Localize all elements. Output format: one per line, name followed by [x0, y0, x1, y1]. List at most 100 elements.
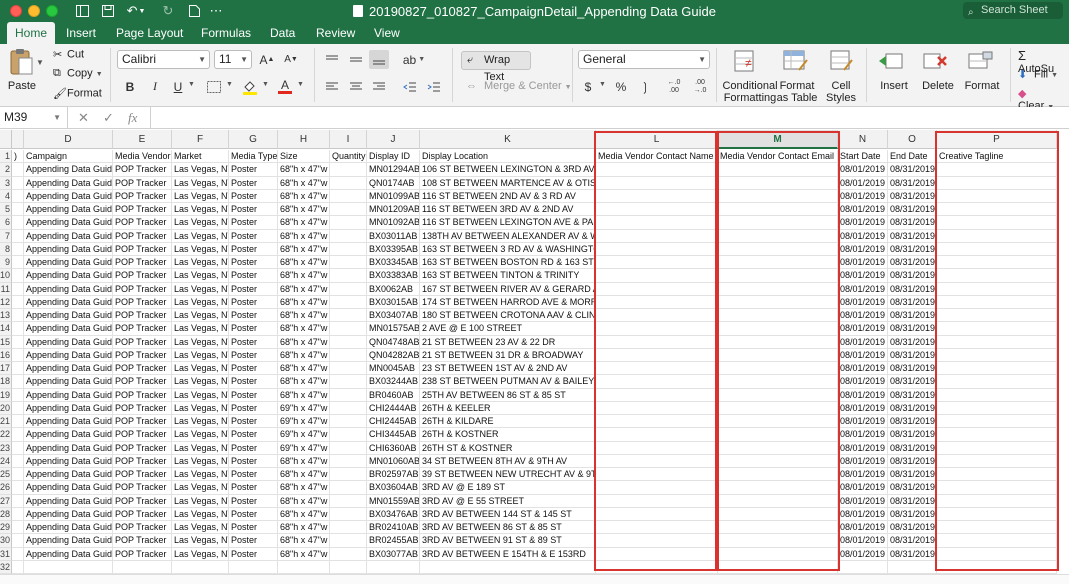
table-cell[interactable] [937, 401, 1057, 415]
column-header-k[interactable]: K [420, 130, 596, 149]
table-cell[interactable]: 08/31/2019 [888, 269, 937, 283]
table-cell[interactable]: 68"h x 47"w [278, 282, 330, 296]
table-cell[interactable]: 180 ST BETWEEN CROTONA AAV & CLINTON [420, 309, 596, 323]
table-cell[interactable]: 08/01/2019 [838, 309, 888, 323]
table-cell[interactable]: 26TH & KILDARE [420, 415, 596, 429]
table-cell[interactable] [330, 415, 367, 429]
table-cell[interactable]: Las Vegas, NV [172, 481, 229, 495]
table-cell[interactable]: Appending Data Guide [24, 216, 113, 230]
table-cell[interactable]: Appending Data Guide [24, 242, 113, 256]
table-cell[interactable]: 68"h x 47"w [278, 322, 330, 336]
table-cell[interactable]: 08/31/2019 [888, 163, 937, 177]
wrap-text-button[interactable]: ⤶ Wrap Text [461, 51, 531, 83]
table-cell[interactable] [718, 189, 838, 203]
table-cell[interactable]: Poster [229, 176, 278, 190]
row-header[interactable]: 24 [0, 454, 12, 468]
table-cell[interactable]: 68"h x 47"w [278, 269, 330, 283]
table-cell[interactable]: POP Tracker [113, 203, 172, 217]
row-header[interactable]: 13 [0, 309, 12, 323]
table-cell[interactable] [718, 560, 838, 574]
table-cell[interactable]: 08/01/2019 [838, 454, 888, 468]
row-header[interactable]: 16 [0, 348, 12, 362]
table-cell[interactable]: BR02597AB [367, 468, 420, 482]
table-cell[interactable]: 08/01/2019 [838, 441, 888, 455]
table-cell[interactable]: 08/31/2019 [888, 534, 937, 548]
table-cell[interactable] [937, 335, 1057, 349]
table-cell[interactable]: 3RD AV @ E 189 ST [420, 481, 596, 495]
table-cell[interactable]: 68"h x 47"w [278, 534, 330, 548]
table-cell[interactable]: 26TH ST & KOSTNER [420, 441, 596, 455]
align-center-icon[interactable] [346, 77, 366, 96]
row-header[interactable]: 10 [0, 269, 12, 283]
table-cell[interactable] [330, 348, 367, 362]
table-cell[interactable]: Appending Data Guide [24, 335, 113, 349]
comma-style-icon[interactable]: ❳ [635, 77, 655, 96]
table-cell[interactable]: 08/31/2019 [888, 203, 937, 217]
table-cell[interactable] [888, 560, 937, 574]
row-header[interactable]: 30 [0, 534, 12, 548]
table-cell[interactable]: MN01092AB [367, 216, 420, 230]
format-cells-icon[interactable] [968, 50, 994, 75]
table-cell[interactable]: 08/31/2019 [888, 481, 937, 495]
table-cell[interactable]: 68"h x 47"w [278, 494, 330, 508]
table-cell[interactable]: 08/01/2019 [838, 362, 888, 376]
table-cell[interactable]: Appending Data Guide [24, 203, 113, 217]
table-cell[interactable] [596, 348, 718, 362]
column-title-cell[interactable]: Media Vendor Contact Name 1 [596, 150, 718, 164]
table-cell[interactable] [330, 521, 367, 535]
table-cell[interactable] [937, 534, 1057, 548]
row-header[interactable]: 5 [0, 203, 12, 217]
table-cell[interactable]: Las Vegas, NV [172, 176, 229, 190]
table-cell[interactable]: 163 ST BETWEEN BOSTON RD & 163 ST [420, 256, 596, 270]
table-cell[interactable]: Poster [229, 242, 278, 256]
table-cell[interactable]: 68"h x 47"w [278, 481, 330, 495]
table-cell[interactable]: Las Vegas, NV [172, 203, 229, 217]
row-header[interactable]: 11 [0, 282, 12, 296]
table-cell[interactable] [420, 560, 596, 574]
row-header[interactable]: 12 [0, 295, 12, 309]
table-cell[interactable]: POP Tracker [113, 163, 172, 177]
table-cell[interactable]: Las Vegas, NV [172, 521, 229, 535]
table-cell[interactable]: QN04748AB [367, 335, 420, 349]
column-header-h[interactable]: H [278, 130, 330, 149]
table-cell[interactable]: Poster [229, 322, 278, 336]
table-cell[interactable]: BX03476AB [367, 507, 420, 521]
table-cell[interactable] [838, 560, 888, 574]
table-cell[interactable]: 08/31/2019 [888, 521, 937, 535]
align-right-icon[interactable] [369, 77, 389, 96]
table-cell[interactable]: 08/01/2019 [838, 295, 888, 309]
column-title-cell[interactable]: Campaign [24, 150, 113, 164]
table-cell[interactable]: Las Vegas, NV [172, 375, 229, 389]
table-cell[interactable]: Poster [229, 362, 278, 376]
font-color-icon[interactable]: A [275, 77, 295, 96]
column-header-f[interactable]: F [172, 130, 229, 149]
table-cell[interactable] [12, 163, 24, 177]
table-cell[interactable]: POP Tracker [113, 454, 172, 468]
table-cell[interactable]: Appending Data Guide [24, 229, 113, 243]
table-cell[interactable]: 68"h x 47"w [278, 454, 330, 468]
table-cell[interactable] [12, 176, 24, 190]
table-cell[interactable]: 68"h x 47"w [278, 348, 330, 362]
table-cell[interactable]: POP Tracker [113, 401, 172, 415]
row-header[interactable]: 4 [0, 189, 12, 203]
table-cell[interactable]: Las Vegas, NV [172, 295, 229, 309]
table-cell[interactable]: 68"h x 47"w [278, 216, 330, 230]
table-cell[interactable]: CHI6360AB [367, 441, 420, 455]
table-cell[interactable]: BX03407AB [367, 309, 420, 323]
row-header[interactable]: 26 [0, 481, 12, 495]
cell-styles-button[interactable]: Cell Styles [822, 80, 860, 104]
table-cell[interactable] [596, 269, 718, 283]
underline-icon[interactable]: U [168, 77, 188, 96]
borders-dropdown-icon[interactable]: ▼ [226, 81, 233, 88]
table-cell[interactable]: Las Vegas, NV [172, 401, 229, 415]
table-cell[interactable] [12, 348, 24, 362]
table-cell[interactable] [330, 242, 367, 256]
table-cell[interactable]: 3RD AV BETWEEN 86 ST & 85 ST [420, 521, 596, 535]
table-cell[interactable] [12, 216, 24, 230]
row-header[interactable]: 14 [0, 322, 12, 336]
table-cell[interactable]: 68"h x 47"w [278, 189, 330, 203]
tab-page-layout[interactable]: Page Layout [108, 22, 191, 44]
paste-button[interactable]: Paste [4, 80, 40, 92]
table-cell[interactable] [12, 309, 24, 323]
table-cell[interactable]: POP Tracker [113, 335, 172, 349]
